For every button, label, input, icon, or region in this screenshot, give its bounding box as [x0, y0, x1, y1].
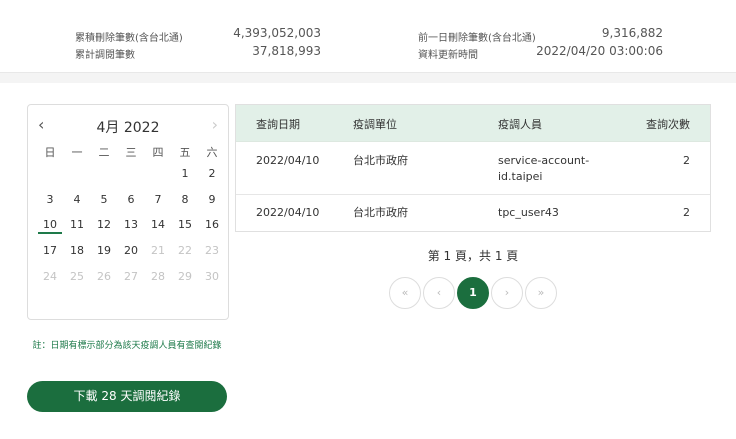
- row-unit: 台北市政府: [353, 206, 408, 219]
- row-count: 2: [683, 154, 690, 167]
- next-page-button[interactable]: ›: [491, 277, 523, 309]
- calendar-day[interactable]: 6: [119, 191, 143, 209]
- calendar-day: 26: [97, 270, 111, 283]
- weekday-header: 二: [98, 146, 110, 159]
- header-query-count: 查詢次數: [646, 118, 690, 131]
- table-header: 查詢日期 疫調單位 疫調人員 查詢次數: [236, 105, 710, 142]
- calendar-day[interactable]: 16: [200, 216, 224, 234]
- calendar-day: 24: [43, 270, 57, 283]
- calendar-day: 22: [178, 244, 192, 257]
- calendar-day: 25: [70, 270, 84, 283]
- calendar-day[interactable]: 9: [200, 191, 224, 209]
- stats-panel: 累積刪除筆數(含台北通) 4,393,052,003 累計調閱筆數 37,818…: [0, 0, 736, 73]
- row-count: 2: [683, 206, 690, 219]
- weekday-header: 三: [125, 146, 137, 159]
- weekday-header: 五: [179, 146, 191, 159]
- row-user: tpc_user43: [498, 206, 559, 219]
- calendar-day[interactable]: 8: [173, 191, 197, 209]
- calendar-month-title: 4月 2022: [96, 120, 160, 136]
- row-user-continued: id.taipei: [498, 170, 543, 183]
- first-page-button[interactable]: «: [389, 277, 421, 309]
- calendar-day[interactable]: 5: [92, 191, 116, 209]
- table-row: 2022/04/10 台北市政府 service-account- id.tai…: [236, 143, 710, 194]
- calendar-day[interactable]: 13: [119, 216, 143, 234]
- cumulative-deleted-value: 4,393,052,003: [233, 26, 321, 40]
- cumulative-viewed-label: 累計調閱筆數: [75, 50, 135, 61]
- download-28-day-records-button[interactable]: 下載 28 天調閱紀錄: [27, 381, 227, 412]
- page-info: 第 1 頁，共 1 頁: [427, 249, 519, 263]
- calendar-day[interactable]: 19: [92, 242, 116, 260]
- cumulative-deleted-label: 累積刪除筆數(含台北通): [75, 33, 183, 44]
- calendar-day[interactable]: 3: [38, 191, 62, 209]
- weekday-header: 日: [44, 146, 56, 159]
- calendar-day: 21: [151, 244, 165, 257]
- data-updated-label: 資料更新時間: [418, 50, 478, 61]
- calendar-day[interactable]: 7: [146, 191, 170, 209]
- weekday-header: 四: [152, 146, 164, 159]
- calendar-day[interactable]: 18: [65, 242, 89, 260]
- cumulative-viewed-value: 37,818,993: [252, 44, 321, 58]
- calendar-day: 27: [124, 270, 138, 283]
- calendar-day: 30: [205, 270, 219, 283]
- last-page-button[interactable]: »: [525, 277, 557, 309]
- row-date: 2022/04/10: [256, 206, 320, 219]
- calendar-day: 29: [178, 270, 192, 283]
- header-investigator: 疫調人員: [498, 118, 542, 131]
- weekday-header: 六: [206, 146, 218, 159]
- calendar-day[interactable]: 4: [65, 191, 89, 209]
- calendar-day[interactable]: 12: [92, 216, 116, 234]
- calendar-day[interactable]: 20: [119, 242, 143, 260]
- page-1-button[interactable]: 1: [457, 277, 489, 309]
- query-records-table: 查詢日期 疫調單位 疫調人員 查詢次數 2022/04/10 台北市政府 ser…: [235, 104, 711, 232]
- calendar-day[interactable]: 15: [173, 216, 197, 234]
- calendar-day[interactable]: 1: [173, 165, 197, 183]
- calendar-day[interactable]: 14: [146, 216, 170, 234]
- row-user: service-account-: [498, 154, 590, 167]
- row-date: 2022/04/10: [256, 154, 320, 167]
- calendar-day[interactable]: 17: [38, 242, 62, 260]
- data-updated-value: 2022/04/20 03:00:06: [536, 44, 663, 58]
- header-unit: 疫調單位: [353, 118, 397, 131]
- header-query-date: 查詢日期: [256, 118, 300, 131]
- weekday-header: 一: [71, 146, 83, 159]
- calendar-day[interactable]: 2: [200, 165, 224, 183]
- next-month-icon[interactable]: ›: [212, 115, 218, 135]
- prev-day-deleted-label: 前一日刪除筆數(含台北通): [418, 33, 536, 44]
- date-calendar: ‹ 4月 2022 › 日一二三四五六 1 2 3 4 5 6 7 8 9 10 11 12 13 14 15…: [27, 104, 229, 320]
- previous-page-button[interactable]: ‹: [423, 277, 455, 309]
- calendar-day: 23: [205, 244, 219, 257]
- prev-day-deleted-value: 9,316,882: [601, 26, 663, 40]
- calendar-note: 註：日期有標示部分為該天疫調人員有查閱紀錄: [32, 341, 222, 351]
- row-unit: 台北市政府: [353, 154, 408, 167]
- table-row: 2022/04/10 台北市政府 tpc_user43 2: [236, 195, 710, 231]
- calendar-day[interactable]: 11: [65, 216, 89, 234]
- calendar-day[interactable]: 10: [38, 216, 62, 234]
- calendar-day: 28: [151, 270, 165, 283]
